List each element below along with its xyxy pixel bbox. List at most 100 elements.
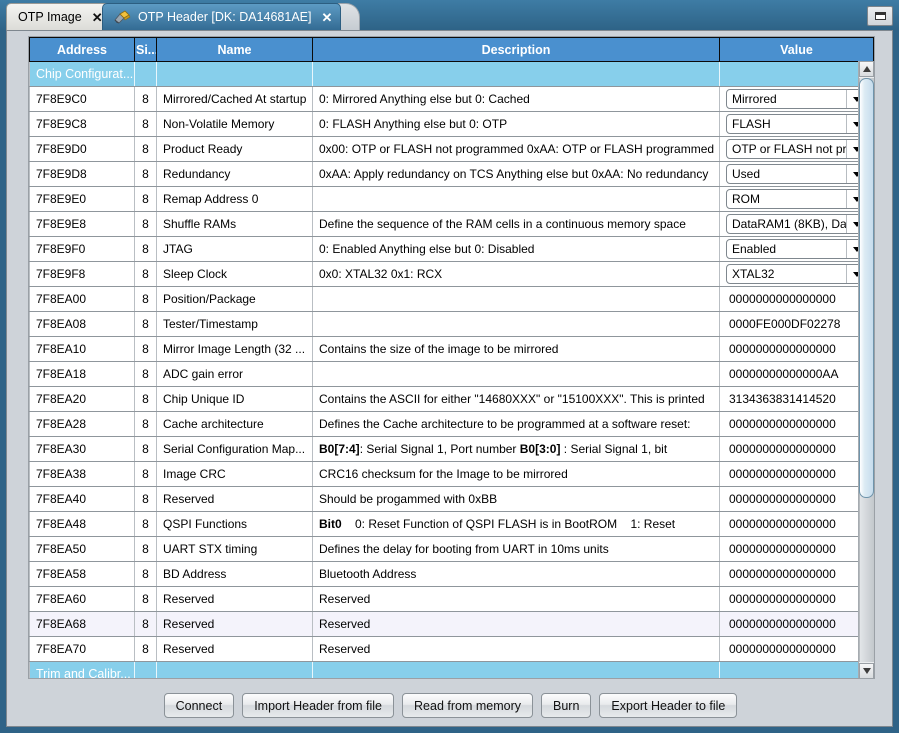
scrollbar-thumb[interactable] (859, 78, 874, 498)
column-header-address[interactable]: Address (29, 37, 135, 62)
table-row[interactable]: 7F8EA40 8 Reserved Should be progammed with… (29, 486, 874, 512)
table-row[interactable]: 7F8E9C0 8 Mirrored/Cached At startup 0: Mir… (29, 86, 874, 112)
table-row[interactable]: 7F8E9F8 8 Sleep Clock 0x0: XTAL32 0x1: RCX X… (29, 261, 874, 287)
value-dropdown-label: DataRAM1 (8KB), Da... (732, 217, 857, 231)
table-row[interactable]: 7F8EA60 8 Reserved Reserved 0000000000000000 (29, 586, 874, 612)
cell-size: 8 (134, 511, 157, 537)
value-text: 0000000000000000 (729, 617, 836, 631)
cell-size: 8 (134, 561, 157, 587)
table-row[interactable]: 7F8EA00 8 Position/Package 0000000000000000 (29, 286, 874, 312)
cell-name: UART STX timing (156, 536, 313, 562)
minimize-window-button[interactable] (867, 6, 893, 26)
value-dropdown[interactable]: Enabled (726, 239, 867, 259)
group-row-cell (134, 61, 157, 87)
table-row[interactable]: 7F8EA70 8 Reserved Reserved 0000000000000000 (29, 636, 874, 662)
cell-name: BD Address (156, 561, 313, 587)
cell-value: 0000000000000000 (719, 536, 874, 562)
cell-address: 7F8EA50 (29, 536, 135, 562)
table-row[interactable]: 7F8EA20 8 Chip Unique ID Contains the ASCII… (29, 386, 874, 412)
cell-size: 8 (134, 236, 157, 262)
table-row[interactable]: 7F8EA10 8 Mirror Image Length (32 ... Conta… (29, 336, 874, 362)
value-dropdown[interactable]: Used (726, 164, 867, 184)
vertical-scrollbar[interactable] (858, 61, 874, 678)
cell-description (312, 311, 720, 337)
value-dropdown[interactable]: ROM (726, 189, 867, 209)
cell-address: 7F8EA08 (29, 311, 135, 337)
table-row[interactable]: 7F8E9E8 8 Shuffle RAMs Define the sequence … (29, 211, 874, 237)
close-icon[interactable]: ✕ (92, 11, 103, 24)
cell-description: Contains the ASCII for either "14680XXX"… (312, 386, 720, 412)
table-row[interactable]: 7F8EA68 8 Reserved Reserved 0000000000000000 (29, 611, 874, 637)
column-header-description[interactable]: Description (312, 37, 720, 62)
otp-header-panel: Address Si... Name Description Value Chi… (6, 30, 893, 727)
value-text: 00000000000000AA (729, 367, 839, 381)
cell-address: 7F8EA20 (29, 386, 135, 412)
table-row[interactable]: 7F8EA08 8 Tester/Timestamp 0000FE000DF02278 (29, 311, 874, 337)
cell-description: 0x0: XTAL32 0x1: RCX (312, 261, 720, 287)
cell-value: FLASH (719, 111, 874, 137)
tab-strip: OTP Image ✕ OTP Header [DK: DA14681AE] ✕ (0, 0, 899, 30)
value-dropdown[interactable]: Mirrored (726, 89, 867, 109)
table-row[interactable]: 7F8EA28 8 Cache architecture Defines the Ca… (29, 411, 874, 437)
import-header-from-file-button[interactable]: Import Header from file (242, 693, 395, 718)
description-segment: : Serial Signal 1, Port number (359, 442, 520, 456)
cell-name: Non-Volatile Memory (156, 111, 313, 137)
scroll-down-icon[interactable] (859, 663, 874, 678)
cell-name: Cache architecture (156, 411, 313, 437)
cell-value: XTAL32 (719, 261, 874, 287)
export-header-to-file-button[interactable]: Export Header to file (599, 693, 738, 718)
cell-description (312, 361, 720, 387)
table-row[interactable]: 7F8EA58 8 BD Address Bluetooth Address 00000… (29, 561, 874, 587)
cell-address: 7F8EA10 (29, 336, 135, 362)
value-dropdown-label: ROM (732, 192, 760, 206)
otp-header-table: Address Si... Name Description Value Chi… (29, 37, 874, 678)
cell-description: Define the sequence of the RAM cells in … (312, 211, 720, 237)
cell-address: 7F8E9E0 (29, 186, 135, 212)
table-row[interactable]: 7F8E9C8 8 Non-Volatile Memory 0: FLASH Anyt… (29, 111, 874, 137)
value-text: 0000000000000000 (729, 442, 836, 456)
table-group-row[interactable]: Trim and Calibr... (29, 661, 874, 678)
column-header-size[interactable]: Si... (134, 37, 157, 62)
table-row[interactable]: 7F8E9D8 8 Redundancy 0xAA: Apply redundancy… (29, 161, 874, 187)
cell-description: CRC16 checksum for the Image to be mirro… (312, 461, 720, 487)
cell-value: 0000000000000000 (719, 611, 874, 637)
cell-size: 8 (134, 361, 157, 387)
table-row[interactable]: 7F8E9F0 8 JTAG 0: Enabled Anything else but… (29, 236, 874, 262)
connect-button[interactable]: Connect (163, 693, 235, 718)
value-dropdown[interactable]: FLASH (726, 114, 867, 134)
cell-address: 7F8EA28 (29, 411, 135, 437)
cell-description: Contains the size of the image to be mir… (312, 336, 720, 362)
scroll-up-icon[interactable] (859, 61, 874, 77)
table-group-row[interactable]: Chip Configurat... (29, 61, 874, 87)
value-dropdown[interactable]: OTP or FLASH not pr... (726, 139, 867, 159)
value-text: 3134363831414520 (729, 392, 836, 406)
table-row[interactable]: 7F8EA38 8 Image CRC CRC16 checksum for the … (29, 461, 874, 487)
read-from-memory-button[interactable]: Read from memory (402, 693, 533, 718)
value-dropdown-label: Enabled (732, 242, 777, 256)
close-icon[interactable]: ✕ (321, 11, 332, 24)
burn-button[interactable]: Burn (541, 693, 592, 718)
table-row[interactable]: 7F8EA18 8 ADC gain error 00000000000000AA (29, 361, 874, 387)
tab-otp-header[interactable]: OTP Header [DK: DA14681AE] ✕ (102, 3, 342, 30)
table-row[interactable]: 7F8E9E0 8 Remap Address 0 ROM (29, 186, 874, 212)
table-row[interactable]: 7F8EA30 8 Serial Configuration Map... B0[7:… (29, 436, 874, 462)
table-row[interactable]: 7F8EA48 8 QSPI Functions Bit0 0: Reset Func… (29, 511, 874, 537)
cell-name: Mirror Image Length (32 ... (156, 336, 313, 362)
cell-name: Serial Configuration Map... (156, 436, 313, 462)
cell-value: 0000000000000000 (719, 436, 874, 462)
column-header-value[interactable]: Value (719, 37, 874, 62)
value-text: 0000000000000000 (729, 292, 836, 306)
cell-value: Mirrored (719, 86, 874, 112)
table-row[interactable]: 7F8EA50 8 UART STX timing Defines the delay… (29, 536, 874, 562)
cell-size: 8 (134, 336, 157, 362)
column-header-name[interactable]: Name (156, 37, 313, 62)
value-text: 0000000000000000 (729, 567, 836, 581)
cell-address: 7F8EA38 (29, 461, 135, 487)
group-row-cell (719, 61, 874, 87)
cell-value: 0000000000000000 (719, 411, 874, 437)
cell-address: 7F8EA68 (29, 611, 135, 637)
tab-otp-image[interactable]: OTP Image ✕ (6, 3, 112, 30)
table-row[interactable]: 7F8E9D0 8 Product Ready 0x00: OTP or FLASH … (29, 136, 874, 162)
value-dropdown[interactable]: DataRAM1 (8KB), Da... (726, 214, 867, 234)
value-dropdown[interactable]: XTAL32 (726, 264, 867, 284)
